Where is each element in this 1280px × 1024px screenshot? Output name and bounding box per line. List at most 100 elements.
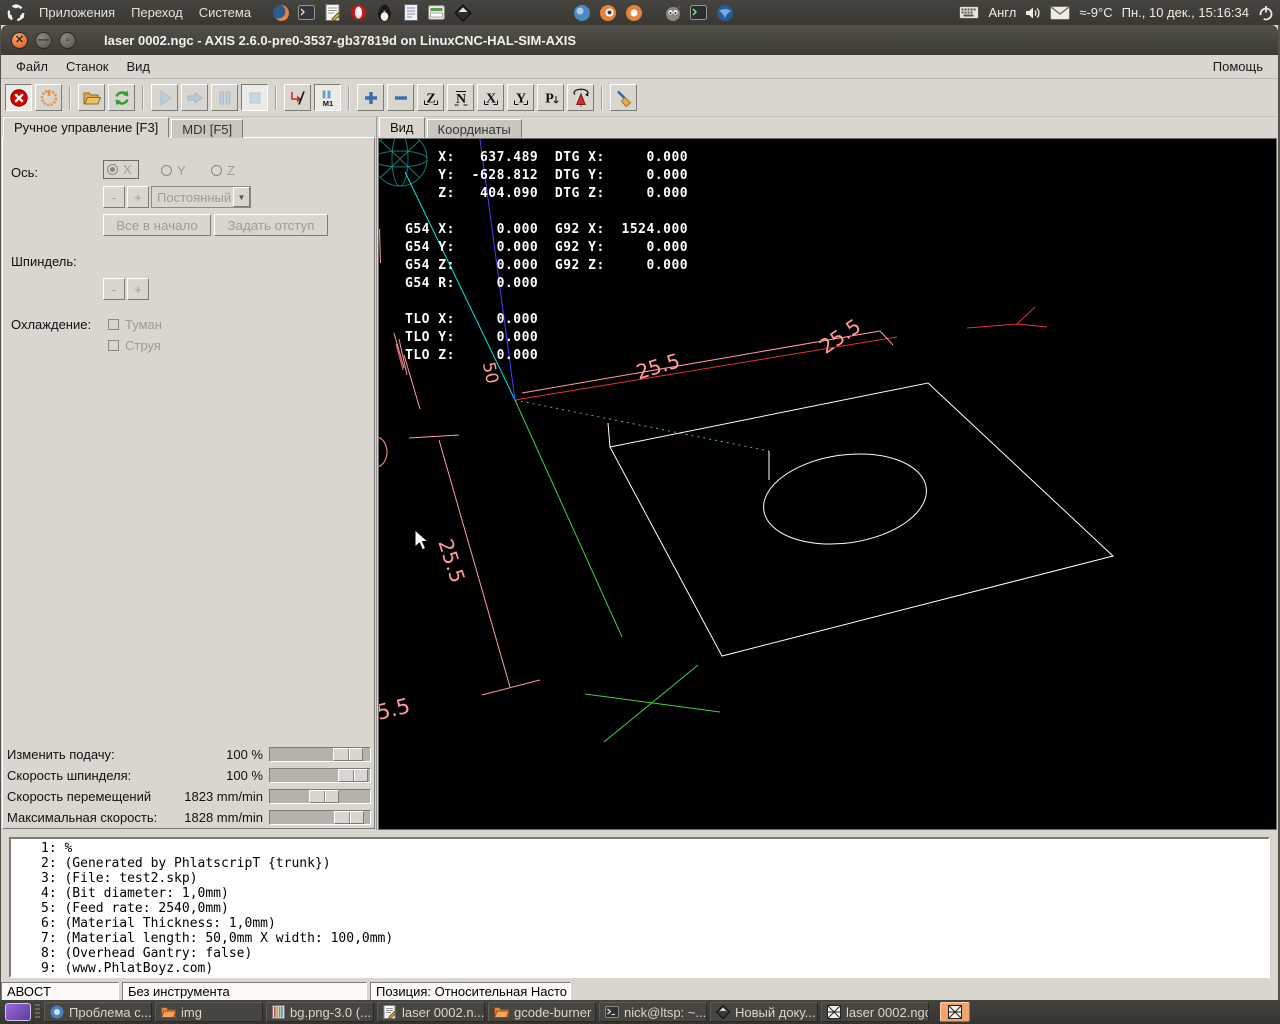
task-button-gcode-burner[interactable]: gcode-burner — [488, 1002, 596, 1022]
skip-lines-button[interactable] — [284, 84, 311, 111]
task-button-nick@ltsp: ~...[interactable]: nick@ltsp: ~... — [599, 1002, 707, 1022]
task-button-laser 0002.n...[interactable]: laser 0002.n... — [377, 1002, 485, 1022]
ubuntu-logo-icon[interactable] — [6, 3, 25, 22]
slider-track[interactable] — [269, 768, 371, 783]
axis-icon — [827, 1005, 841, 1019]
dim-label-left: 25.5 — [433, 536, 470, 586]
mist-checkbox[interactable]: Туман — [108, 317, 162, 332]
task-button-label: laser 0002.n... — [402, 1005, 484, 1020]
spindle-minus-button[interactable]: - — [103, 278, 125, 300]
tab-preview[interactable]: Вид — [379, 117, 425, 138]
menu-2[interactable]: Вид — [118, 56, 160, 77]
spindle-plus-button[interactable]: + — [127, 278, 149, 300]
firefox-icon[interactable] — [271, 3, 290, 22]
thunderbird-icon[interactable] — [715, 3, 734, 22]
close-button[interactable]: ✕ — [11, 32, 28, 49]
keyboard-layout-label[interactable]: Англ — [988, 5, 1016, 20]
axis-icon — [948, 1005, 962, 1019]
estop-button[interactable] — [5, 84, 32, 111]
weather-temperature[interactable]: ≈-9°C — [1079, 5, 1112, 20]
menu-0[interactable]: Файл — [7, 56, 57, 77]
clear-plot-button[interactable] — [610, 84, 637, 111]
axis-radio-z[interactable]: Z — [211, 163, 235, 178]
reload-file-button[interactable] — [108, 84, 135, 111]
top-menu-1[interactable]: Переход — [123, 3, 191, 22]
task-button-Новый доку...[interactable]: Новый доку... — [710, 1002, 818, 1022]
globe-icon[interactable] — [572, 3, 591, 22]
task-button-img[interactable]: img — [155, 1002, 263, 1022]
slider-handle[interactable] — [309, 790, 339, 803]
window-controls: ✕ — ▫ — [11, 32, 76, 49]
workspace-switcher[interactable] — [5, 1003, 31, 1021]
opera-icon[interactable] — [349, 3, 368, 22]
slider-track[interactable] — [269, 747, 371, 762]
zoom-in-button[interactable] — [357, 84, 384, 111]
view-z-button[interactable]: Z — [417, 84, 444, 111]
open-file-button[interactable] — [78, 84, 105, 111]
view-p-button[interactable]: P — [537, 84, 564, 111]
machine-power-button[interactable] — [35, 84, 62, 111]
flood-checkbox[interactable]: Струя — [108, 338, 161, 353]
task-button-laser 0002.ngc[interactable]: laser 0002.ngc — [821, 1002, 929, 1022]
titlebar[interactable]: ✕ — ▫ laser 0002.ngc - AXIS 2.6.0-pre0-3… — [1, 25, 1278, 55]
slider-track[interactable] — [269, 789, 371, 804]
status-machine-state: АВОСТ — [1, 982, 119, 1002]
notes-icon[interactable] — [401, 3, 420, 22]
pause-program-button[interactable] — [211, 84, 238, 111]
jog-minus-button[interactable]: - — [103, 186, 125, 208]
tab-manual-control[interactable]: Ручное управление [F3] — [3, 117, 169, 138]
preview-canvas[interactable]: 25.5 25.5 25.5 50 5.5 X: 637.489 DTG X: … — [378, 138, 1277, 830]
file-manager-icon[interactable] — [427, 3, 446, 22]
touch-off-button[interactable]: Задать отступ — [214, 214, 328, 236]
view-z2-button[interactable]: N — [447, 84, 474, 111]
slider-track[interactable] — [269, 810, 371, 825]
home-all-button[interactable]: Все в начало — [103, 214, 211, 236]
jog-mode-select[interactable]: Постоянный ▼ — [151, 186, 251, 208]
tux-icon[interactable] — [375, 3, 394, 22]
task-button-active-window[interactable] — [940, 1002, 970, 1022]
task-button-bg.png-3.0 (...[interactable]: bg.png-3.0 (... — [266, 1002, 374, 1022]
axis-radio-x[interactable]: X — [103, 160, 139, 179]
tab-dro[interactable]: Координаты — [427, 119, 522, 138]
toolbar-separator — [601, 86, 603, 110]
gimp-icon[interactable] — [663, 3, 682, 22]
menu-help[interactable]: Помощь — [1204, 56, 1272, 77]
toolbar-separator — [275, 86, 277, 110]
traverse-dotted-line — [515, 400, 769, 451]
stop-program-button[interactable] — [241, 84, 268, 111]
checkbox-box — [108, 319, 119, 330]
top-menu-2[interactable]: Система — [191, 3, 259, 22]
menu-1[interactable]: Станок — [57, 56, 118, 77]
jog-plus-button[interactable]: + — [127, 186, 149, 208]
blender-2-icon[interactable] — [624, 3, 643, 22]
gcode-listing[interactable]: 1: %2: (Generated by PhlatscripT {trunk}… — [9, 837, 1270, 978]
mail-icon[interactable] — [1050, 6, 1070, 20]
step-line-button[interactable] — [181, 84, 208, 111]
minimize-button[interactable]: — — [35, 32, 52, 49]
slider-handle[interactable] — [333, 748, 363, 761]
inkscape-icon[interactable] — [453, 3, 472, 22]
text-editor-icon[interactable] — [323, 3, 342, 22]
tab-mdi[interactable]: MDI [F5] — [171, 119, 243, 138]
volume-icon[interactable] — [1025, 6, 1041, 20]
chevron-down-icon: ▼ — [233, 187, 250, 207]
keyboard-indicator-icon[interactable] — [959, 6, 979, 19]
zoom-out-button[interactable] — [387, 84, 414, 111]
run-program-button[interactable] — [151, 84, 178, 111]
view-y-button[interactable]: Y — [507, 84, 534, 111]
top-menu-0[interactable]: Приложения — [31, 3, 123, 22]
task-button-Проблема с...[interactable]: Проблема с... — [44, 1002, 152, 1022]
clock[interactable]: Пн., 10 дек., 15:16:34 — [1122, 5, 1249, 20]
optional-pause-m1-button[interactable]: M1 — [314, 84, 341, 111]
power-icon[interactable] — [1258, 5, 1274, 21]
slider-handle[interactable] — [334, 811, 364, 824]
maximize-button[interactable]: ▫ — [59, 32, 76, 49]
axis-radio-y[interactable]: Y — [161, 163, 186, 178]
slider-handle[interactable] — [338, 769, 368, 782]
terminal-2-icon[interactable] — [689, 3, 708, 22]
terminal-icon[interactable] — [297, 3, 316, 22]
text-editor-icon — [383, 1005, 397, 1019]
view-x-button[interactable]: X — [477, 84, 504, 111]
blender-icon[interactable] — [598, 3, 617, 22]
rotate-view-button[interactable] — [567, 84, 594, 111]
